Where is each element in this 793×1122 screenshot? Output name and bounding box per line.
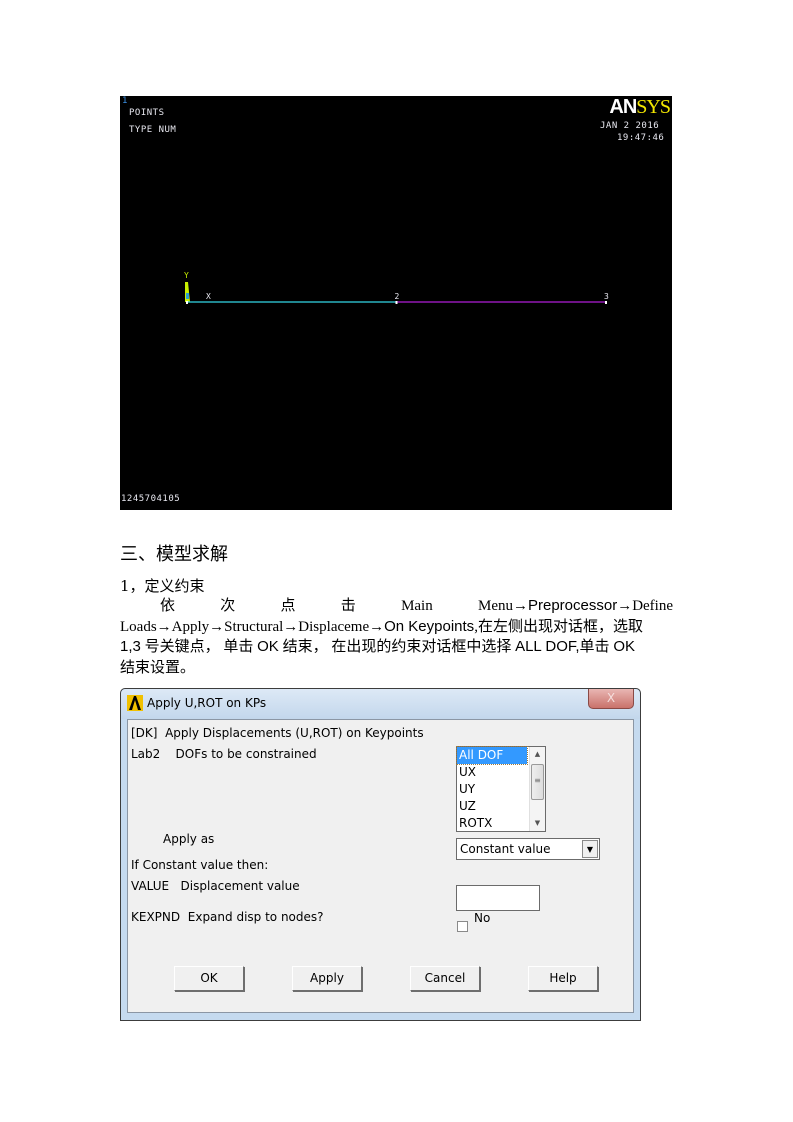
apply-as-value: Constant value [460,842,551,856]
dof-option[interactable]: All DOF [456,746,528,765]
dof-option[interactable]: UZ [457,798,527,815]
para-word: 次 [220,598,236,614]
kexpnd-checkbox[interactable] [457,921,468,932]
axis-y-label: Y [184,271,189,280]
chevron-down-icon[interactable]: ▼ [582,840,598,858]
lab2-label: Lab2 DOFs to be constrained [131,747,317,761]
instruction-paragraph: 依 次 点 击 Main Menu→Preprocessor→Define Lo… [120,596,673,678]
para-word: 点 [280,598,296,614]
dialog-header-line: [DK] Apply Displacements (U,ROT) on Keyp… [131,726,424,740]
para-define: →Define [617,598,673,614]
apply-as-label: Apply as [163,832,215,846]
para-word: 依 [160,598,176,614]
constant-value-header: If Constant value then: [131,858,269,872]
help-button[interactable]: Help [528,966,598,991]
para-text: 号关键点， 单击 [140,639,258,655]
para-menu-path: Menu→Preprocessor→Define [478,596,673,617]
para-ok: OK [257,638,279,655]
value-label: VALUE Displacement value [131,879,300,893]
kexpnd-value: No [474,911,491,925]
close-icon: X [606,691,616,705]
cancel-button[interactable]: Cancel [410,966,480,991]
dof-option[interactable]: UY [457,781,527,798]
subsection-heading: 1，定义约束 [120,577,205,595]
displacement-value-input[interactable] [456,885,540,911]
para-line-3: 1,3 号关键点， 单击 OK 结束， 在出现的约束对话框中选择 ALL DOF… [120,637,673,658]
keypoint-marker [605,301,607,304]
dof-listbox[interactable]: All DOF UX UY UZ ROTX ▲ ≡ ▼ [456,746,546,832]
kexpnd-label: KEXPND Expand disp to nodes? [131,910,324,924]
para-all-dof: ALL DOF, [515,638,580,655]
ansys-graphics-window: 1 POINTS TYPE NUM ANSYS JAN 2 2016 19:47… [120,96,672,510]
dof-scrollbar[interactable]: ▲ ≡ ▼ [529,747,545,831]
dialog-titlebar[interactable]: Apply U,ROT on KPs X [121,689,640,719]
keypoint-label: 3 [604,292,609,301]
para-text: 单击 [579,639,614,655]
para-line-2: Loads→Apply→Structural→Displaceme→On Key… [120,617,673,638]
para-line-4: 结束设置。 [120,659,196,676]
para-cjk-text: ,在左侧出现对话框，选取 [474,618,643,635]
para-word: Main [401,598,433,614]
scroll-thumb[interactable]: ≡ [531,764,544,800]
triad-origin-mark [186,293,189,299]
keypoint-marker [395,301,398,304]
keypoint-plot: Y X 2 3 [184,271,609,304]
para-loads-path: Loads→Apply→Structural→Displaceme→ [120,618,385,635]
para-preprocessor: Preprocessor [527,597,618,614]
dof-option[interactable]: ROTX [457,815,527,832]
dialog-client-area: [DK] Apply Displacements (U,ROT) on Keyp… [127,719,634,1013]
section-heading: 三、模型求解 [120,544,228,565]
apply-as-select[interactable]: Constant value ▼ [456,838,600,860]
dof-option[interactable]: UX [457,764,527,781]
scroll-down-icon[interactable]: ▼ [530,816,545,831]
scroll-up-icon[interactable]: ▲ [530,747,545,762]
para-on-keypoints: On Keypoints [384,617,475,635]
para-text: 结束， 在出现的约束对话框中选择 [278,639,516,655]
apply-urot-dialog: Apply U,ROT on KPs X [DK] Apply Displace… [120,688,641,1021]
close-button[interactable]: X [588,689,634,709]
ansys-app-icon [127,695,143,711]
para-kp-numbers: 1,3 [120,638,141,655]
para-menu-text: Menu→ [477,598,528,614]
ok-button[interactable]: OK [174,966,244,991]
apply-button[interactable]: Apply [292,966,362,991]
para-word: 击 [340,598,356,614]
dialog-title: Apply U,ROT on KPs [147,696,267,710]
keypoint-marker [186,301,188,304]
para-ok: OK [613,638,635,655]
para-line-1: 依 次 点 击 Main Menu→Preprocessor→Define [120,596,673,617]
axis-triad: Y X [184,271,211,302]
axis-x-label: X [206,292,211,301]
keypoint-label: 2 [395,292,400,301]
